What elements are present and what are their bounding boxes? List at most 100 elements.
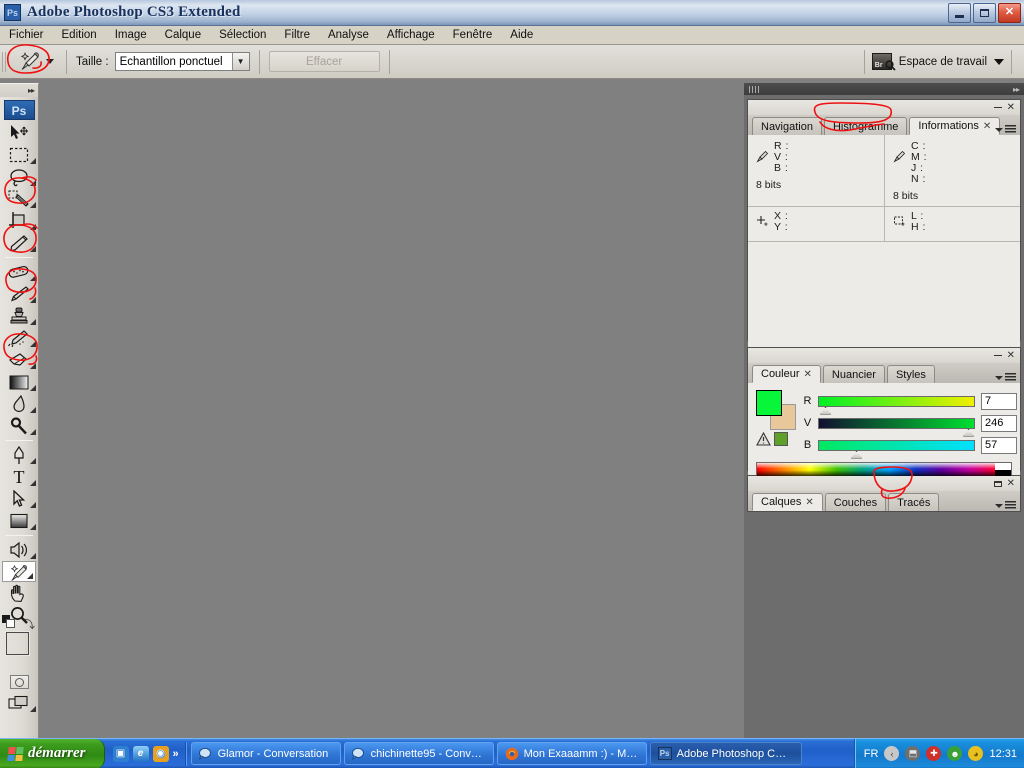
- tool-preset-picker[interactable]: [14, 49, 57, 75]
- white-black-swatches[interactable]: [995, 463, 1011, 476]
- close-icon[interactable]: ✕: [1007, 102, 1015, 113]
- toolbox-collapse[interactable]: ▸▸: [0, 84, 38, 97]
- tab-couleur[interactable]: Couleur ✕: [752, 365, 821, 383]
- menu-item-calque[interactable]: Calque: [156, 27, 210, 43]
- tool-menu-triangle[interactable]: [30, 158, 36, 164]
- bridge-icon[interactable]: Br: [871, 53, 896, 71]
- antivirus-icon[interactable]: ✚: [926, 746, 942, 761]
- b-slider-knob[interactable]: [851, 450, 862, 459]
- layers-panel-menu[interactable]: [995, 501, 1016, 510]
- menu-item-affichage[interactable]: Affichage: [378, 27, 444, 43]
- lasso-tool[interactable]: [0, 166, 38, 188]
- quick-mask-toggle[interactable]: [0, 672, 38, 692]
- tab-traces[interactable]: Tracés: [888, 493, 940, 511]
- tool-menu-triangle[interactable]: [30, 275, 36, 281]
- tool-menu-triangle[interactable]: [30, 202, 36, 208]
- taskbar-item-chichinette95[interactable]: chichinette95 - Conv…: [343, 742, 494, 765]
- tab-navigation[interactable]: Navigation: [752, 117, 822, 135]
- clock-tray-icon[interactable]: ◕: [968, 746, 984, 761]
- menu-item-selection[interactable]: Sélection: [210, 27, 275, 43]
- close-icon[interactable]: ✕: [805, 497, 813, 508]
- tool-menu-triangle[interactable]: [30, 180, 36, 186]
- menu-item-image[interactable]: Image: [106, 27, 156, 43]
- menu-item-edition[interactable]: Edition: [53, 27, 106, 43]
- chevron-down-icon[interactable]: ▼: [231, 53, 249, 70]
- tool-menu-triangle[interactable]: [27, 573, 33, 579]
- eyedropper-tool[interactable]: [2, 561, 36, 582]
- messenger-icon[interactable]: ☻: [947, 746, 963, 761]
- hand-tool[interactable]: [0, 582, 38, 604]
- close-icon[interactable]: ✕: [1007, 350, 1015, 361]
- maximize-button[interactable]: [973, 2, 996, 23]
- menu-item-fichier[interactable]: Fichier: [0, 27, 53, 43]
- shape-tool[interactable]: [0, 510, 38, 532]
- close-button[interactable]: ✕: [998, 2, 1021, 23]
- warning-icon[interactable]: [756, 432, 771, 446]
- chevron-down-icon[interactable]: [46, 59, 54, 64]
- tab-histogramme[interactable]: Histogramme: [823, 117, 908, 135]
- eraser-tool[interactable]: [0, 349, 38, 371]
- network-icon[interactable]: ⬒: [905, 746, 921, 761]
- minimize-icon[interactable]: [993, 107, 1002, 108]
- dock-header[interactable]: ▸▸: [744, 83, 1024, 95]
- options-bar-grip[interactable]: [0, 44, 9, 79]
- tab-nuancier[interactable]: Nuancier: [822, 365, 885, 383]
- color-panel-menu[interactable]: [995, 373, 1016, 382]
- close-icon[interactable]: ✕: [983, 121, 991, 132]
- notes-tool[interactable]: [0, 539, 38, 561]
- start-button[interactable]: démarrer: [0, 738, 105, 768]
- color-spectrum-ramp[interactable]: [756, 462, 1012, 477]
- marquee-tool[interactable]: [0, 144, 38, 166]
- double-chevron-icon[interactable]: ▸▸: [1013, 85, 1020, 94]
- v-value-input[interactable]: 246: [981, 414, 1017, 432]
- language-indicator[interactable]: FR: [864, 748, 879, 760]
- tool-menu-triangle[interactable]: [30, 458, 36, 464]
- dodge-tool[interactable]: [0, 415, 38, 437]
- minimize-button[interactable]: [948, 2, 971, 23]
- tool-menu-triangle[interactable]: [30, 706, 36, 712]
- r-slider-knob[interactable]: [820, 406, 831, 415]
- show-desktop-icon[interactable]: ▣: [112, 745, 129, 762]
- tool-menu-triangle[interactable]: [30, 524, 36, 530]
- move-tool[interactable]: [0, 122, 38, 144]
- tool-menu-triangle[interactable]: [30, 224, 36, 230]
- dock-grip[interactable]: [749, 85, 759, 93]
- crop-tool[interactable]: [0, 210, 38, 232]
- out-of-gamut-swatch[interactable]: [774, 432, 788, 446]
- v-slider[interactable]: [818, 417, 975, 437]
- tool-menu-triangle[interactable]: [30, 319, 36, 325]
- menu-item-aide[interactable]: Aide: [501, 27, 542, 43]
- tab-styles[interactable]: Styles: [886, 365, 935, 383]
- tool-menu-triangle[interactable]: [30, 385, 36, 391]
- internet-explorer-icon[interactable]: e: [132, 745, 149, 762]
- back-arrow-icon[interactable]: ‹: [884, 746, 900, 761]
- tool-menu-triangle[interactable]: [30, 553, 36, 559]
- taskbar-item-photoshop[interactable]: Ps Adobe Photoshop C…: [649, 742, 802, 765]
- swap-colors-icon[interactable]: ⤵: [24, 616, 35, 632]
- foreground-color-swatch[interactable]: [756, 390, 782, 416]
- tab-informations[interactable]: Informations ✕: [909, 117, 1001, 135]
- restore-icon[interactable]: [993, 480, 1002, 487]
- chevron-down-icon[interactable]: [994, 58, 1004, 65]
- gradient-tool[interactable]: [0, 371, 38, 393]
- tool-menu-triangle[interactable]: [30, 341, 36, 347]
- history-brush-tool[interactable]: [0, 327, 38, 349]
- taskbar-item-mon-exaaamm[interactable]: Mon Exaaamm :) - M…: [496, 742, 647, 765]
- workspace-label[interactable]: Espace de travail: [899, 56, 987, 68]
- taskbar-item-glamor[interactable]: Glamor - Conversation: [190, 742, 341, 765]
- tool-menu-triangle[interactable]: [30, 480, 36, 486]
- r-slider[interactable]: [818, 395, 975, 415]
- quick-launch-more-icon[interactable]: »: [173, 748, 179, 760]
- pen-tool[interactable]: [0, 444, 38, 466]
- blur-tool[interactable]: [0, 393, 38, 415]
- r-value-input[interactable]: 7: [981, 392, 1017, 410]
- tool-menu-triangle[interactable]: [30, 429, 36, 435]
- clone-stamp-tool[interactable]: [0, 305, 38, 327]
- tool-menu-triangle[interactable]: [30, 246, 36, 252]
- tab-couches[interactable]: Couches: [824, 493, 887, 511]
- screen-mode-button[interactable]: [0, 692, 38, 714]
- chrome-icon[interactable]: ◉: [152, 745, 169, 762]
- tool-menu-triangle[interactable]: [30, 297, 36, 303]
- menu-item-analyse[interactable]: Analyse: [319, 27, 378, 43]
- b-slider[interactable]: [818, 439, 975, 459]
